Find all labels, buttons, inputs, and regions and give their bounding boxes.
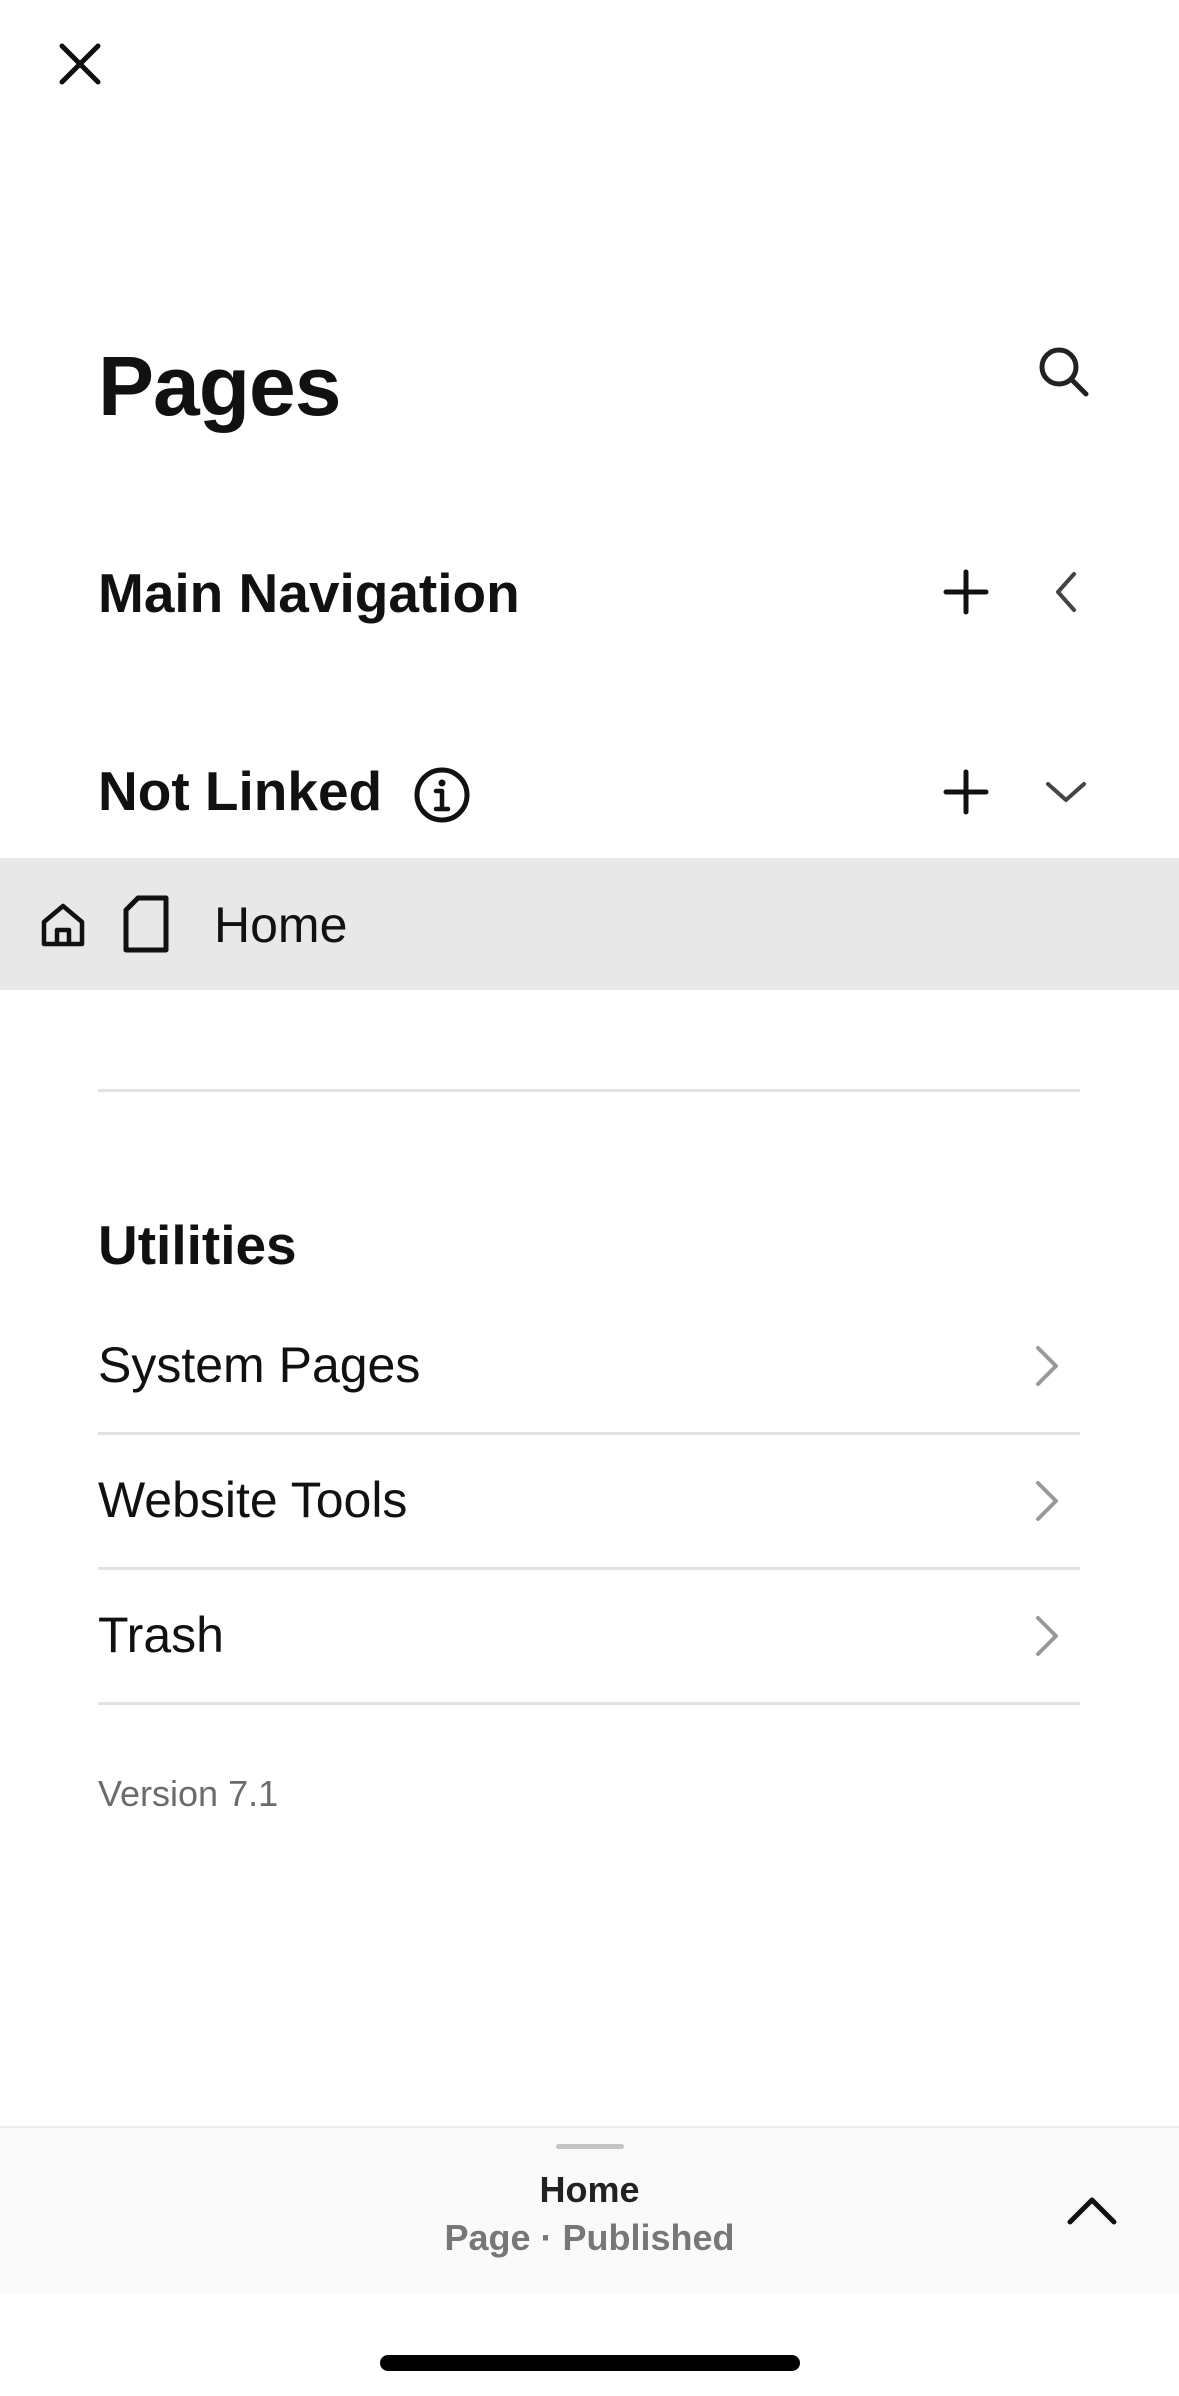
current-page-status: Page · Published xyxy=(444,2217,735,2258)
utility-item-trash[interactable]: Trash xyxy=(98,1570,1080,1705)
not-linked-toggle-button[interactable] xyxy=(1030,756,1102,828)
section-divider xyxy=(98,1089,1080,1092)
current-page-name: Home xyxy=(539,2169,640,2210)
main-navigation-title: Main Navigation xyxy=(98,562,520,624)
utility-item-website-tools[interactable]: Website Tools xyxy=(98,1435,1080,1570)
home-indicator[interactable] xyxy=(380,2355,800,2371)
bottom-page-panel[interactable]: Home Page · Published xyxy=(0,2126,1179,2293)
plus-icon xyxy=(943,569,989,615)
chevron-left-icon xyxy=(1056,572,1076,612)
utility-item-label: Website Tools xyxy=(98,1472,408,1528)
utility-item-label: System Pages xyxy=(98,1337,421,1393)
chevron-up-icon[interactable] xyxy=(1056,2180,1128,2244)
utility-item-label: Trash xyxy=(98,1607,224,1663)
chevron-down-icon xyxy=(1046,782,1086,802)
utilities-title: Utilities xyxy=(98,1214,297,1276)
main-navigation-toggle-button[interactable] xyxy=(1030,556,1102,628)
search-button[interactable] xyxy=(1026,334,1102,410)
search-icon xyxy=(1039,347,1089,397)
close-button[interactable] xyxy=(44,28,116,100)
page-icon xyxy=(123,895,169,953)
not-linked-title: Not Linked xyxy=(98,760,383,822)
chevron-right-icon xyxy=(1036,1616,1058,1656)
plus-icon xyxy=(943,769,989,815)
not-linked-add-button[interactable] xyxy=(930,756,1002,828)
close-icon xyxy=(59,43,101,85)
chevron-right-icon xyxy=(1036,1346,1058,1386)
page-title: Pages xyxy=(98,339,341,433)
main-navigation-add-button[interactable] xyxy=(930,556,1002,628)
info-icon xyxy=(414,767,470,823)
drag-handle[interactable] xyxy=(556,2144,624,2149)
utility-item-system-pages[interactable]: System Pages xyxy=(98,1300,1080,1435)
chevron-right-icon xyxy=(1036,1481,1058,1521)
page-row-home[interactable]: Home xyxy=(0,858,1179,990)
page-row-label: Home xyxy=(214,897,348,953)
home-icon xyxy=(41,903,85,947)
version-text: Version 7.1 xyxy=(98,1773,279,1814)
not-linked-info-button[interactable] xyxy=(410,763,474,827)
